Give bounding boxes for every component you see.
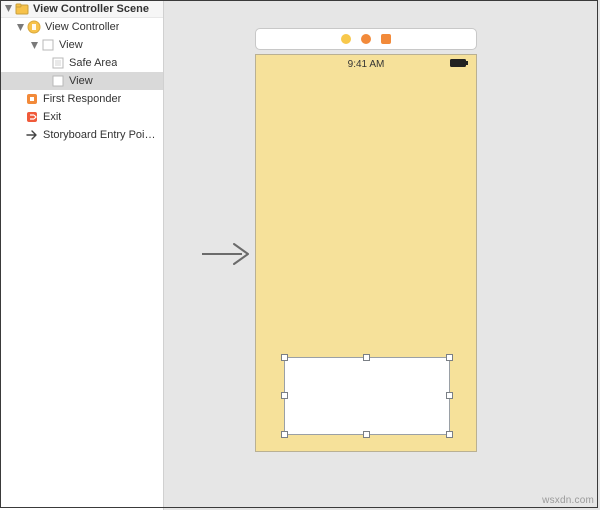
resize-handle-icon[interactable] bbox=[281, 354, 288, 361]
outline-row-first-responder[interactable]: First Responder bbox=[0, 90, 163, 108]
device-canvas-view[interactable]: 9:41 AM bbox=[255, 54, 477, 452]
entry-point-arrow-icon[interactable] bbox=[200, 240, 252, 271]
first-responder-icon bbox=[25, 92, 39, 106]
scene-title-bar[interactable] bbox=[255, 28, 477, 50]
exit-label: Exit bbox=[43, 111, 61, 123]
resize-handle-icon[interactable] bbox=[446, 354, 453, 361]
scene-folder-icon bbox=[15, 2, 29, 16]
square-icon bbox=[381, 34, 391, 44]
view-controller-label: View Controller bbox=[45, 21, 119, 33]
resize-handle-icon[interactable] bbox=[281, 392, 288, 399]
status-time: 9:41 AM bbox=[348, 59, 385, 70]
entry-point-label: Storyboard Entry Poi… bbox=[43, 129, 156, 141]
disclosure-triangle-icon[interactable] bbox=[30, 41, 39, 50]
outline-row-scene[interactable]: View Controller Scene bbox=[0, 0, 163, 18]
app-root: View Controller Scene View Controller Vi… bbox=[0, 0, 600, 510]
document-outline[interactable]: View Controller Scene View Controller Vi… bbox=[0, 0, 164, 510]
child-view-label: View bbox=[69, 75, 93, 87]
view-icon bbox=[41, 38, 55, 52]
outline-row-safe-area[interactable]: Safe Area bbox=[0, 54, 163, 72]
root-view-label: View bbox=[59, 39, 83, 51]
exit-icon bbox=[25, 110, 39, 124]
view-controller-icon bbox=[27, 20, 41, 34]
watermark-text: wsxdn.com bbox=[542, 495, 594, 506]
safe-area-icon bbox=[51, 56, 65, 70]
resize-handle-icon[interactable] bbox=[363, 431, 370, 438]
disclosure-triangle-icon[interactable] bbox=[16, 23, 25, 32]
storyboard-canvas[interactable]: 9:41 AM bbox=[164, 0, 600, 510]
battery-icon bbox=[450, 58, 470, 71]
outline-row-child-view[interactable]: View bbox=[0, 72, 163, 90]
resize-handle-icon[interactable] bbox=[363, 354, 370, 361]
resize-handle-icon[interactable] bbox=[446, 392, 453, 399]
selected-subview[interactable] bbox=[284, 357, 450, 435]
outline-row-exit[interactable]: Exit bbox=[0, 108, 163, 126]
status-bar: 9:41 AM bbox=[256, 55, 476, 73]
first-responder-label: First Responder bbox=[43, 93, 121, 105]
disclosure-triangle-icon[interactable] bbox=[4, 4, 13, 13]
view-icon bbox=[51, 74, 65, 88]
arrow-right-icon bbox=[25, 128, 39, 142]
resize-handle-icon[interactable] bbox=[281, 431, 288, 438]
scene-header-label: View Controller Scene bbox=[33, 3, 149, 15]
dot-icon bbox=[341, 34, 351, 44]
outline-row-root-view[interactable]: View bbox=[0, 36, 163, 54]
resize-handle-icon[interactable] bbox=[446, 431, 453, 438]
safe-area-label: Safe Area bbox=[69, 57, 117, 69]
outline-row-view-controller[interactable]: View Controller bbox=[0, 18, 163, 36]
outline-row-entry-point[interactable]: Storyboard Entry Poi… bbox=[0, 126, 163, 144]
dot-icon bbox=[361, 34, 371, 44]
